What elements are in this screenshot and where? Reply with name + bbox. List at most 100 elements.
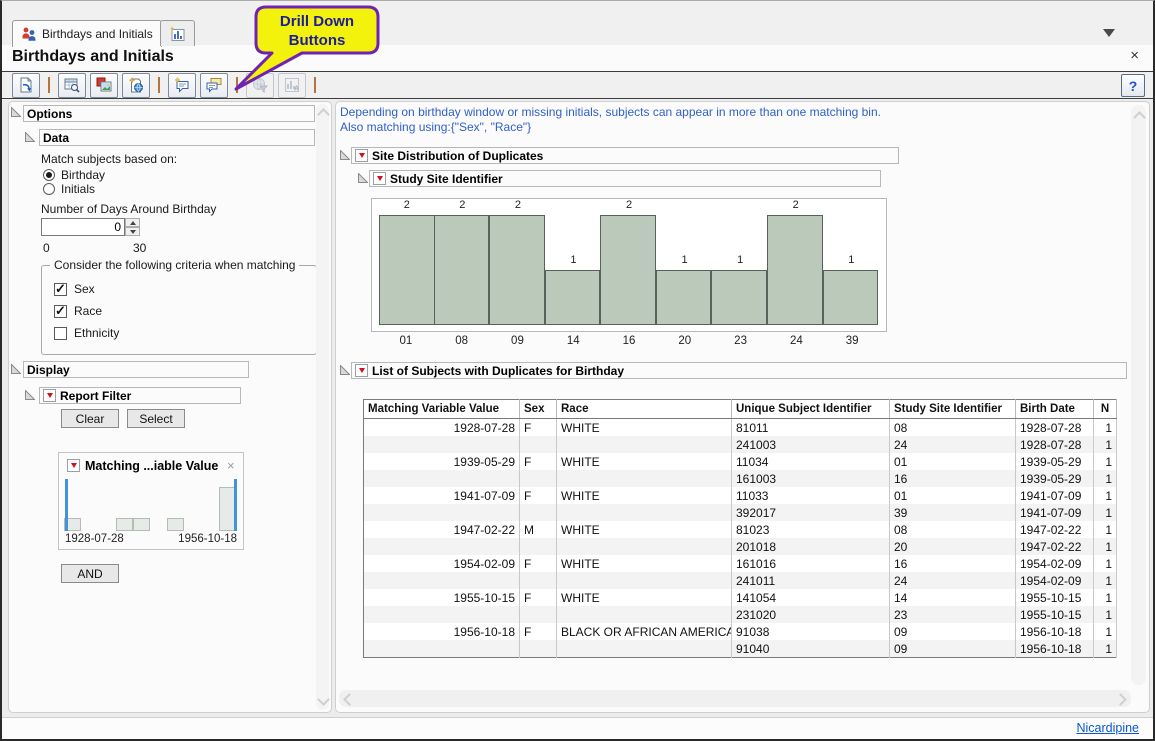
- column-header[interactable]: Race: [557, 400, 732, 419]
- mini-histogram-slot[interactable]: [134, 479, 151, 531]
- checkbox-race[interactable]: Race: [54, 304, 119, 318]
- radio-button-icon[interactable]: [43, 183, 55, 195]
- radio-birthday[interactable]: Birthday: [43, 168, 105, 181]
- table-row[interactable]: 241003241928-07-281: [364, 436, 1117, 453]
- table-row[interactable]: 1928-07-28FWHITE81011081928-07-281: [364, 419, 1117, 437]
- chart-bar-slot[interactable]: 1: [712, 270, 768, 325]
- range-handle-right[interactable]: [234, 479, 237, 531]
- chart-bar-slot[interactable]: 1: [824, 270, 880, 325]
- table-row[interactable]: 161003161939-05-291: [364, 470, 1117, 487]
- clear-button[interactable]: Clear: [61, 409, 119, 428]
- table-row[interactable]: 231020231955-10-151: [364, 606, 1117, 623]
- create-report-icon[interactable]: [12, 73, 40, 98]
- filter-close-icon[interactable]: ×: [227, 460, 235, 472]
- site-distribution-header[interactable]: Site Distribution of Duplicates: [351, 147, 899, 164]
- chart-bar[interactable]: [379, 215, 435, 325]
- disclosure-icon[interactable]: [358, 173, 368, 183]
- red-triangle-menu-icon[interactable]: [67, 459, 80, 472]
- table-row[interactable]: 1955-10-15FWHITE141054141955-10-151: [364, 589, 1117, 606]
- chart-bar[interactable]: [434, 215, 490, 325]
- chart-bar[interactable]: [711, 270, 767, 325]
- mini-histogram-slot[interactable]: [117, 479, 134, 531]
- range-handle-left[interactable]: [65, 479, 68, 531]
- chart-bar-slot[interactable]: 1: [657, 270, 713, 325]
- chart-bar[interactable]: [823, 270, 879, 325]
- chart-bar-slot[interactable]: 1: [546, 270, 602, 325]
- red-triangle-menu-icon[interactable]: [43, 389, 56, 402]
- stepper-up-icon[interactable]: [125, 218, 140, 227]
- table-row[interactable]: 1941-07-09FWHITE11033011941-07-091: [364, 487, 1117, 504]
- study-site-header[interactable]: Study Site Identifier: [369, 170, 881, 187]
- column-header[interactable]: Study Site Identifier: [890, 400, 1016, 419]
- report-vertical-scrollbar[interactable]: [1131, 105, 1146, 685]
- column-header[interactable]: N: [1094, 400, 1117, 419]
- report-horizontal-scrollbar[interactable]: [339, 690, 1131, 707]
- tab-birthdays-and-initials[interactable]: Birthdays and Initials: [12, 20, 162, 47]
- scroll-up-icon[interactable]: [317, 108, 330, 121]
- checkbox-icon[interactable]: [54, 327, 67, 340]
- mini-histogram-bar[interactable]: [116, 518, 133, 531]
- and-button[interactable]: AND: [61, 564, 119, 583]
- chart-bar[interactable]: [545, 270, 601, 325]
- table-row[interactable]: 1954-02-09FWHITE161016161954-02-091: [364, 555, 1117, 572]
- days-input[interactable]: [41, 218, 125, 236]
- mini-histogram-slot[interactable]: [99, 479, 116, 531]
- disclosure-icon[interactable]: [11, 107, 21, 117]
- chart-bar[interactable]: [489, 215, 545, 325]
- table-row[interactable]: 201018201947-02-221: [364, 538, 1117, 555]
- report-filter-header[interactable]: Report Filter: [39, 387, 241, 404]
- checkbox-ethnicity[interactable]: Ethnicity: [54, 326, 119, 340]
- mini-histogram-slot[interactable]: [203, 479, 220, 531]
- mini-histogram-slot[interactable]: [82, 479, 99, 531]
- chart-bar-slot[interactable]: 2: [435, 215, 491, 325]
- help-button[interactable]: ?: [1121, 74, 1145, 97]
- column-header[interactable]: Birth Date: [1016, 400, 1094, 419]
- red-triangle-menu-icon[interactable]: [373, 172, 386, 185]
- checkbox-sex[interactable]: Sex: [54, 282, 119, 296]
- scroll-down-icon[interactable]: [317, 693, 330, 706]
- tabstrip-menu-icon[interactable]: [1103, 29, 1115, 37]
- table-row[interactable]: 91040091956-10-181: [364, 640, 1117, 658]
- chart-bar[interactable]: [600, 215, 656, 325]
- view-data-icon[interactable]: [58, 73, 86, 98]
- radio-button-icon[interactable]: [43, 169, 55, 181]
- chart-bar[interactable]: [767, 215, 823, 325]
- subject-list-header[interactable]: List of Subjects with Duplicates for Bir…: [351, 362, 1127, 379]
- status-link[interactable]: Nicardipine: [1076, 721, 1139, 735]
- column-header[interactable]: Unique Subject Identifier: [732, 400, 890, 419]
- data-header[interactable]: Data: [39, 129, 315, 146]
- chart-bar-slot[interactable]: 2: [379, 215, 435, 325]
- filter-mini-histogram[interactable]: [65, 479, 237, 531]
- table-row[interactable]: 1939-05-29FWHITE11034011939-05-291: [364, 453, 1117, 470]
- column-header[interactable]: Sex: [520, 400, 557, 419]
- add-notes-icon[interactable]: [168, 73, 196, 98]
- save-image-icon[interactable]: [90, 73, 118, 98]
- red-triangle-menu-icon[interactable]: [355, 149, 368, 162]
- select-button[interactable]: Select: [127, 409, 185, 428]
- mini-histogram-bar[interactable]: [167, 518, 184, 531]
- mini-histogram-slot[interactable]: [151, 479, 168, 531]
- mini-histogram-slot[interactable]: [185, 479, 202, 531]
- red-triangle-menu-icon[interactable]: [355, 364, 368, 377]
- scroll-right-icon[interactable]: [1114, 693, 1127, 706]
- publish-icon[interactable]: [122, 73, 150, 98]
- table-row[interactable]: 1947-02-22MWHITE81023081947-02-221: [364, 521, 1117, 538]
- column-header[interactable]: Matching Variable Value: [364, 400, 520, 419]
- days-stepper[interactable]: [125, 218, 140, 236]
- disclosure-icon[interactable]: [340, 150, 350, 160]
- chart-bar-slot[interactable]: 2: [490, 215, 546, 325]
- disclosure-icon[interactable]: [340, 365, 350, 375]
- radio-initials[interactable]: Initials: [43, 182, 105, 195]
- close-icon[interactable]: ×: [1130, 48, 1139, 63]
- chart-bar-slot[interactable]: 2: [601, 215, 657, 325]
- tab-chart[interactable]: [160, 20, 195, 46]
- stepper-down-icon[interactable]: [125, 227, 140, 236]
- display-header[interactable]: Display: [23, 361, 249, 378]
- disclosure-icon[interactable]: [25, 390, 35, 400]
- chart-bar-slot[interactable]: 2: [768, 215, 824, 325]
- table-row[interactable]: 241011241954-02-091: [364, 572, 1117, 589]
- checkbox-icon[interactable]: [54, 305, 67, 318]
- scroll-left-icon[interactable]: [343, 693, 356, 706]
- disclosure-icon[interactable]: [25, 132, 35, 142]
- chart-bar[interactable]: [656, 270, 712, 325]
